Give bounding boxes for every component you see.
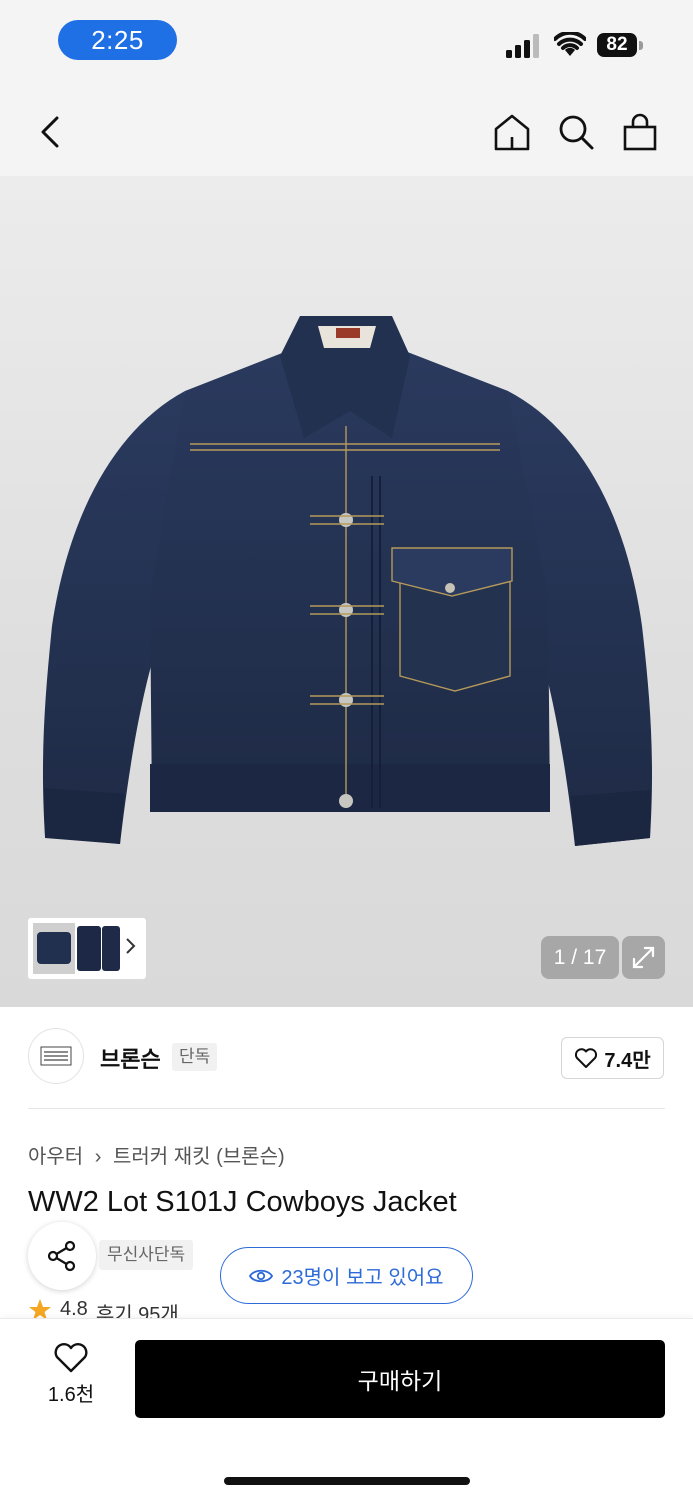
brand-name[interactable]: 브론슨 [100, 1042, 161, 1074]
viewers-pill: 23명이 보고 있어요 [220, 1247, 473, 1304]
home-indicator[interactable] [224, 1477, 470, 1485]
rating-row[interactable]: 4.8 후기 95개 [28, 1298, 179, 1318]
share-button[interactable] [28, 1222, 96, 1290]
navigation-bar [0, 88, 693, 176]
share-icon [47, 1240, 76, 1272]
divider [28, 1108, 665, 1109]
thumbnail-strip[interactable] [28, 918, 146, 979]
image-counter: 1 / 17 [541, 936, 619, 979]
exclusive-badge: 무신사단독 [99, 1240, 194, 1270]
breadcrumb-category[interactable]: 아우터 [28, 1146, 83, 1168]
chevron-right-icon: › [94, 1146, 102, 1168]
wifi-icon [553, 30, 587, 58]
review-count: 후기 95개 [95, 1304, 179, 1318]
shopping-bag-icon[interactable] [618, 110, 662, 154]
brand-exclusive-badge: 단독 [172, 1043, 218, 1071]
heart-icon [54, 1343, 88, 1373]
wishlist-button[interactable]: 1.6천 [36, 1342, 106, 1417]
chevron-right-icon[interactable] [124, 936, 136, 961]
cellular-signal-icon [506, 34, 542, 58]
brand-like-button[interactable]: 7.4만 [561, 1037, 664, 1079]
heart-icon [575, 1048, 598, 1068]
home-icon[interactable] [490, 110, 534, 154]
rating-value: 4.8 [60, 1298, 88, 1318]
product-title: WW2 Lot S101J Cowboys Jacket [28, 1186, 457, 1218]
search-icon[interactable] [554, 110, 598, 154]
wishlist-count: 1.6천 [47, 1384, 95, 1406]
denim-jacket-illustration [42, 316, 653, 846]
status-time: 2:25 [58, 20, 177, 60]
back-icon[interactable] [30, 110, 70, 154]
brand-like-count: 7.4만 [604, 1049, 651, 1072]
product-image[interactable] [0, 176, 693, 1007]
breadcrumb: 아우터 › 트러커 재킷 (브론슨) [28, 1140, 285, 1169]
breadcrumb-subcategory[interactable]: 트러커 재킷 (브론슨) [113, 1146, 285, 1168]
star-icon [29, 1299, 51, 1318]
battery-icon: 82 [597, 33, 647, 59]
viewers-text: 23명이 보고 있어요 [281, 1267, 444, 1289]
brand-logo[interactable] [28, 1028, 84, 1084]
eye-icon [249, 1269, 274, 1282]
buy-button[interactable]: 구매하기 [135, 1340, 665, 1418]
expand-icon[interactable] [622, 936, 665, 979]
battery-level: 82 [597, 33, 637, 57]
